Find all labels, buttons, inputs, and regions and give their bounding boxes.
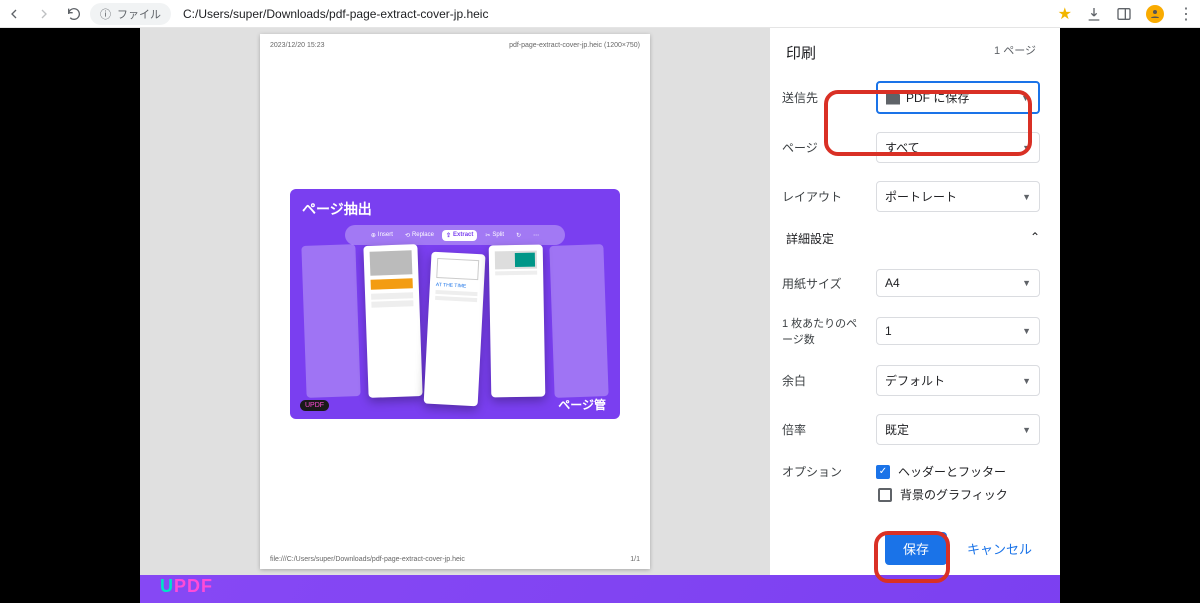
hero-card: AT THE TIME: [424, 252, 486, 407]
preview-header-date: 2023/12/20 15:23: [270, 42, 325, 49]
forward-icon[interactable]: [36, 6, 52, 22]
chevron-down-icon: ▼: [1022, 192, 1031, 202]
page-preview: 2023/12/20 15:23 pdf-page-extract-cover-…: [260, 34, 650, 569]
tool-more-icon: ⋯: [529, 230, 543, 241]
kebab-menu-icon[interactable]: ⋮: [1178, 4, 1194, 24]
hero-toolbar: ⊕ Insert ⟲ Replace ⇪ Extract ✂ Split ↻ ⋯: [345, 225, 565, 245]
tool-insert: ⊕ Insert: [367, 230, 397, 241]
chevron-down-icon: ▼: [1021, 93, 1030, 103]
chevron-down-icon: ▼: [1022, 326, 1031, 336]
pages-dropdown[interactable]: すべて ▼: [876, 132, 1040, 163]
hero-card: [489, 245, 546, 398]
cancel-button[interactable]: キャンセル: [957, 532, 1042, 565]
updf-badge: UPDF: [300, 400, 329, 411]
advanced-settings-toggle[interactable]: 詳細設定 ⌃: [786, 230, 1040, 247]
chevron-down-icon: ▼: [1022, 425, 1031, 435]
paper-size-dropdown[interactable]: A4 ▼: [876, 269, 1040, 297]
scale-value: 既定: [885, 421, 909, 438]
chevron-down-icon: ▼: [1022, 278, 1031, 288]
layout-label: レイアウト: [782, 188, 868, 205]
tool-split: ✂ Split: [481, 230, 508, 241]
chevron-down-icon: ▼: [1022, 376, 1031, 386]
browser-toolbar: ⓘ ファイル C:/Users/super/Downloads/pdf-page…: [0, 0, 1200, 28]
tool-extract: ⇪ Extract: [442, 230, 477, 241]
sheet-count: 1 ページ: [994, 42, 1036, 63]
layout-value: ポートレート: [885, 188, 957, 205]
reload-icon[interactable]: [66, 6, 82, 22]
chevron-up-icon: ⌃: [1030, 230, 1040, 247]
letterbox-right: [1060, 28, 1200, 603]
updf-footer-logo: UPDF: [160, 576, 213, 597]
hero-card: [549, 244, 608, 398]
options-label: オプション: [782, 463, 868, 480]
scale-label: 倍率: [782, 421, 868, 438]
print-title: 印刷: [786, 42, 816, 63]
preview-hero: ページ抽出 ⊕ Insert ⟲ Replace ⇪ Extract ✂ Spl…: [290, 189, 620, 419]
pages-per-sheet-dropdown[interactable]: 1 ▼: [876, 317, 1040, 345]
viewport: 2023/12/20 15:23 pdf-page-extract-cover-…: [0, 28, 1200, 603]
pages-per-sheet-label: 1 枚あたりのページ数: [782, 315, 868, 347]
hero-title: ページ抽出: [302, 199, 608, 219]
layout-dropdown[interactable]: ポートレート ▼: [876, 181, 1040, 212]
advanced-label: 詳細設定: [786, 230, 834, 247]
bookmark-star-icon[interactable]: ★: [1058, 4, 1072, 24]
print-preview-area: 2023/12/20 15:23 pdf-page-extract-cover-…: [140, 28, 770, 575]
url-text: C:/Users/super/Downloads/pdf-page-extrac…: [183, 7, 488, 21]
letterbox-left: [0, 28, 140, 603]
destination-label: 送信先: [782, 89, 868, 106]
paper-size-label: 用紙サイズ: [782, 275, 868, 292]
pages-per-sheet-value: 1: [885, 324, 892, 338]
print-settings-panel: 印刷 1 ページ 送信先 PDF に保存 ▼ ページ すべて ▼ レイア: [770, 28, 1060, 575]
pdf-file-icon: [886, 91, 900, 105]
hero-subtitle: ページ管: [558, 396, 606, 413]
margin-value: デフォルト: [885, 372, 945, 389]
chevron-down-icon: ▼: [1022, 143, 1031, 153]
info-icon: ⓘ: [100, 6, 111, 22]
margin-label: 余白: [782, 372, 868, 389]
tool-rotate-icon: ↻: [512, 230, 525, 241]
hero-card: [301, 244, 360, 398]
preview-footer-path: file:///C:/Users/super/Downloads/pdf-pag…: [270, 556, 465, 563]
paper-size-value: A4: [885, 276, 900, 290]
panel-icon[interactable]: [1116, 6, 1132, 22]
preview-footer-page: 1/1: [630, 556, 640, 563]
save-button[interactable]: 保存: [885, 532, 947, 565]
back-icon[interactable]: [6, 6, 22, 22]
profile-avatar[interactable]: [1146, 5, 1164, 23]
margin-dropdown[interactable]: デフォルト ▼: [876, 365, 1040, 396]
header-footer-checkbox[interactable]: ✓: [876, 465, 890, 479]
address-bar[interactable]: ⓘ ファイル: [90, 3, 171, 25]
preview-header-file: pdf-page-extract-cover-jp.heic (1200×750…: [509, 42, 640, 49]
tool-replace: ⟲ Replace: [401, 230, 438, 241]
header-footer-text: ヘッダーとフッター: [898, 463, 1006, 480]
print-dialog: 2023/12/20 15:23 pdf-page-extract-cover-…: [140, 28, 1060, 575]
pages-label: ページ: [782, 139, 868, 156]
scale-dropdown[interactable]: 既定 ▼: [876, 414, 1040, 445]
background-graphics-text: 背景のグラフィック: [900, 486, 1008, 503]
background-graphics-checkbox[interactable]: [878, 488, 892, 502]
download-icon[interactable]: [1086, 6, 1102, 22]
hero-card: [363, 244, 422, 398]
file-label: ファイル: [117, 6, 161, 22]
pages-value: すべて: [885, 139, 920, 156]
destination-dropdown[interactable]: PDF に保存 ▼: [876, 81, 1040, 114]
destination-value: PDF に保存: [906, 89, 969, 106]
